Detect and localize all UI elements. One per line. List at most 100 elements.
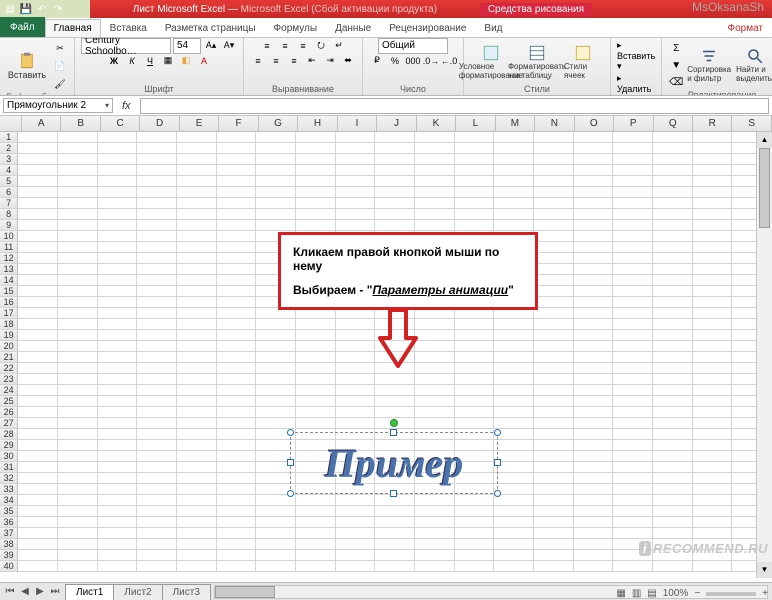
cell[interactable] [177, 330, 217, 341]
cell[interactable] [296, 539, 336, 550]
col-header[interactable]: L [456, 116, 495, 131]
cell[interactable] [217, 363, 257, 374]
cell[interactable] [98, 495, 138, 506]
cell[interactable] [653, 143, 693, 154]
tab-view[interactable]: Вид [475, 19, 511, 37]
cell[interactable] [18, 396, 58, 407]
cell[interactable] [177, 451, 217, 462]
fill-color-icon[interactable]: ◧ [178, 53, 194, 69]
cell[interactable] [217, 341, 257, 352]
cell[interactable] [296, 165, 336, 176]
cell[interactable] [137, 330, 177, 341]
cell[interactable] [256, 363, 296, 374]
cell[interactable] [296, 528, 336, 539]
cell[interactable] [217, 484, 257, 495]
cell[interactable] [177, 341, 217, 352]
cell[interactable] [18, 462, 58, 473]
cell[interactable] [217, 374, 257, 385]
cell[interactable] [336, 187, 376, 198]
cell[interactable] [177, 187, 217, 198]
cell[interactable] [217, 451, 257, 462]
cell[interactable] [98, 517, 138, 528]
cell[interactable] [415, 352, 455, 363]
cell[interactable] [256, 165, 296, 176]
cell[interactable] [653, 242, 693, 253]
cell[interactable] [177, 363, 217, 374]
sheet-tab[interactable]: Лист2 [113, 584, 162, 600]
cell[interactable] [98, 231, 138, 242]
cell[interactable] [58, 242, 98, 253]
cell[interactable] [574, 561, 614, 572]
cell[interactable] [455, 330, 495, 341]
cell[interactable] [336, 374, 376, 385]
zoom-out-icon[interactable]: − [694, 588, 700, 599]
cell[interactable] [177, 242, 217, 253]
cell[interactable] [653, 561, 693, 572]
cell[interactable] [693, 242, 733, 253]
cell[interactable] [693, 275, 733, 286]
cell[interactable] [455, 209, 495, 220]
row-header[interactable]: 6 [0, 187, 18, 198]
cell[interactable] [375, 517, 415, 528]
cell[interactable] [137, 209, 177, 220]
cell[interactable] [693, 165, 733, 176]
cell[interactable] [137, 462, 177, 473]
cell[interactable] [534, 253, 574, 264]
cell[interactable] [137, 363, 177, 374]
cell[interactable] [613, 462, 653, 473]
cell[interactable] [296, 407, 336, 418]
cell[interactable] [415, 198, 455, 209]
cell[interactable] [494, 198, 534, 209]
cell[interactable] [58, 462, 98, 473]
cell[interactable] [177, 385, 217, 396]
cell[interactable] [177, 319, 217, 330]
cell[interactable] [613, 528, 653, 539]
cell[interactable] [613, 253, 653, 264]
cell[interactable] [98, 374, 138, 385]
cell[interactable] [18, 341, 58, 352]
cell[interactable] [217, 495, 257, 506]
bold-button[interactable]: Ж [106, 53, 122, 69]
cell[interactable] [58, 198, 98, 209]
cell[interactable] [177, 484, 217, 495]
col-header[interactable]: H [298, 116, 337, 131]
cell[interactable] [18, 143, 58, 154]
cell[interactable] [336, 143, 376, 154]
cell[interactable] [375, 561, 415, 572]
cell[interactable] [217, 275, 257, 286]
cell[interactable] [653, 440, 693, 451]
cell[interactable] [98, 341, 138, 352]
next-sheet-icon[interactable]: ▶ [33, 586, 47, 597]
decrease-font-icon[interactable]: A▾ [221, 38, 237, 54]
cell[interactable] [415, 209, 455, 220]
cell[interactable] [98, 539, 138, 550]
cell[interactable] [58, 385, 98, 396]
cell[interactable] [693, 451, 733, 462]
cell[interactable] [137, 165, 177, 176]
cell[interactable] [336, 517, 376, 528]
cell[interactable] [534, 363, 574, 374]
fill-icon[interactable]: ▼ [668, 57, 684, 73]
cell[interactable] [494, 374, 534, 385]
cell[interactable] [98, 363, 138, 374]
cell[interactable] [613, 154, 653, 165]
indent-dec-icon[interactable]: ⇤ [304, 53, 320, 69]
cell[interactable] [534, 418, 574, 429]
cell[interactable] [693, 385, 733, 396]
cell[interactable] [613, 363, 653, 374]
cell[interactable] [256, 506, 296, 517]
cell[interactable] [613, 143, 653, 154]
cell[interactable] [18, 363, 58, 374]
cell[interactable] [98, 154, 138, 165]
row-header[interactable]: 40 [0, 561, 18, 572]
cell[interactable] [415, 539, 455, 550]
cell[interactable] [296, 517, 336, 528]
cell[interactable] [137, 528, 177, 539]
cell[interactable] [574, 231, 614, 242]
cell[interactable] [18, 297, 58, 308]
redo-icon[interactable]: ↷ [52, 3, 64, 15]
cell[interactable] [574, 484, 614, 495]
cell[interactable] [653, 517, 693, 528]
row-header[interactable]: 19 [0, 330, 18, 341]
cell[interactable] [693, 495, 733, 506]
